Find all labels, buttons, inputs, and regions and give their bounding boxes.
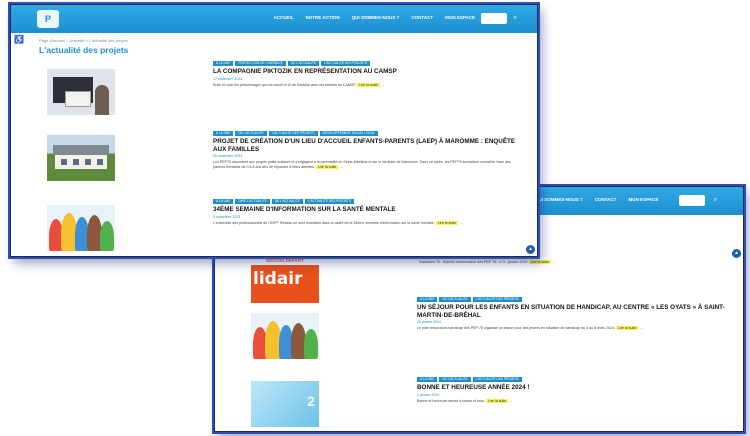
article-excerpt-text: L'ensemble des professionnels de l'ESPT … — [213, 220, 435, 225]
article-image-house[interactable] — [47, 135, 115, 181]
article-image-new-year[interactable]: 2 — [251, 381, 319, 427]
tag[interactable]: À LA UNE — [417, 377, 438, 382]
nav-item-contact[interactable]: Contact — [595, 197, 617, 202]
article-excerpt-text: Bonne et heureuse année à toutes et tous… — [417, 398, 485, 403]
article-excerpt: Suite et voici les personnages qui ont o… — [213, 82, 521, 88]
scroll-top-button[interactable]: ▲ — [526, 245, 535, 254]
nav-item-about[interactable]: Qui sommes-nous ? — [535, 197, 583, 202]
article-excerpt: Le pôle ressources handicap des PEP 76 o… — [417, 326, 727, 331]
article-title[interactable]: Bonne et heureuse année 2024 ! — [417, 384, 727, 392]
read-more-link[interactable]: Lire la suite — [435, 220, 459, 225]
article-tags: À LA UNE PROTECTION DE L'ENFANCE DE L'AC… — [213, 61, 521, 66]
search-input[interactable] — [481, 13, 507, 24]
top-navbar: P Accueil Notre action Qui sommes-nous ?… — [11, 5, 537, 33]
article-image-video[interactable] — [47, 69, 115, 115]
article-title[interactable]: Un séjour pour les enfants en situation … — [417, 304, 727, 319]
article-image-kids[interactable] — [47, 205, 115, 251]
article-title[interactable]: Projet de création d'un lieu d'accueil e… — [213, 138, 521, 153]
nav-menu: Qui sommes-nous ? Contact Mon espace — [535, 197, 658, 202]
article-date: 9 novembre 2023 — [213, 214, 241, 219]
tag[interactable]: L'ACTUALITÉ DES PROJETS — [305, 199, 354, 204]
nav-item-account[interactable]: Mon espace — [628, 197, 658, 202]
site-logo[interactable]: P — [37, 10, 59, 28]
screenshot-front: P Accueil Notre action Qui sommes-nous ?… — [10, 4, 538, 257]
image-wordmark: 2 — [307, 393, 315, 409]
article-body: À LA UNE DIRE L'ACTUALITÉ DE L'ACTUALITÉ… — [213, 199, 521, 225]
tag[interactable]: À LA UNE — [417, 297, 438, 302]
tag[interactable]: PROTECTION DE L'ENFANCE — [235, 61, 286, 66]
nav-item-account[interactable]: Mon espace — [445, 15, 475, 20]
tag[interactable]: DÉVELOPPEMENT SOCIAL LOCAL — [319, 131, 378, 136]
article-body: À LA UNE PROTECTION DE L'ENFANCE DE L'AC… — [213, 61, 521, 87]
article-body: À LA UNE DE L'ACTUALITÉ L'ACTUALITÉ DES … — [417, 377, 727, 403]
article-excerpt-text: Suite et voici les personnages qui ont o… — [213, 82, 357, 87]
article-excerpt: L'ensemble des professionnels de l'ESPT … — [213, 220, 521, 226]
article-body: À LA UNE DE L'ACTUALITÉ L'ACTUALITÉ DES … — [417, 297, 727, 331]
tag[interactable]: À LA UNE — [213, 131, 234, 136]
arrow-right-icon: → — [639, 326, 643, 330]
article-title[interactable]: 34ème semaine d'information sur la santé… — [213, 206, 521, 214]
tag[interactable]: L'ACTUALITÉ DES PROJETS — [472, 297, 522, 302]
article-body: À LA UNE DE L'ACTUALITÉ L'ACTUALITÉ DES … — [213, 131, 521, 169]
arrow-right-icon: → — [459, 220, 463, 225]
article-excerpt: Bonne et heureuse année à toutes et tous… — [417, 398, 727, 404]
image-wordmark: lidair — [253, 269, 303, 289]
tag[interactable]: DE L'ACTUALITÉ — [235, 131, 267, 136]
tag[interactable]: À LA UNE — [213, 61, 234, 66]
article-tags: À LA UNE DE L'ACTUALITÉ L'ACTUALITÉ DES … — [417, 297, 727, 302]
tag[interactable]: L'ACTUALITÉ DES PROJETS — [268, 131, 318, 136]
nav-item-contact[interactable]: Contact — [411, 15, 433, 20]
tag[interactable]: À LA UNE — [213, 199, 234, 204]
article-image-kids[interactable] — [251, 313, 319, 359]
read-more-link[interactable]: Lire la suite — [615, 326, 639, 330]
article-excerpt-text: Le pôle ressources handicap des PEP 76 o… — [417, 326, 615, 330]
page-title: L'actualité des projets — [39, 45, 129, 55]
article-excerpt: Les PEP76 répondent aux projets petite e… — [213, 160, 521, 169]
scroll-top-button[interactable]: ▲ — [732, 249, 741, 258]
arrow-right-icon: → — [509, 398, 513, 403]
arrow-right-icon: → — [551, 260, 556, 264]
arrow-right-icon: → — [339, 164, 343, 169]
arrow-right-icon: → — [380, 82, 385, 87]
nav-item-action[interactable]: Notre action — [306, 15, 340, 20]
read-more-link[interactable]: Lire la suite — [315, 164, 339, 169]
search-input[interactable] — [679, 195, 705, 206]
tag[interactable]: L'ACTUALITÉ DES PROJETS — [472, 377, 522, 382]
article-date: 2 janvier 2024 — [417, 392, 439, 397]
tag[interactable]: L'ACTUALITÉ DES PROJETS — [321, 61, 371, 66]
article-date: 17 novembre 2023 — [213, 76, 243, 81]
tag[interactable]: DE L'ACTUALITÉ — [439, 377, 471, 382]
article-tags: À LA UNE DE L'ACTUALITÉ L'ACTUALITÉ DES … — [417, 377, 727, 382]
image-banner: ÉDITION DÉPART — [251, 257, 319, 265]
stage: P Accueil Notre action Qui sommes-nous ?… — [0, 0, 750, 436]
read-more-link[interactable]: Lire la suite — [357, 82, 380, 87]
nav-item-about[interactable]: Qui sommes-nous ? — [352, 15, 400, 20]
accessibility-icon[interactable]: ♿ — [14, 35, 24, 44]
search-icon[interactable]: ⌕ — [714, 197, 717, 204]
article-excerpt-text: Solidaires 76 - Bulletin d'information d… — [419, 260, 528, 264]
read-more-link[interactable]: Lire la suite — [528, 260, 551, 264]
nav-item-home[interactable]: Accueil — [274, 15, 294, 20]
nav-menu: Accueil Notre action Qui sommes-nous ? C… — [274, 15, 475, 20]
tag[interactable]: DIRE L'ACTUALITÉ — [235, 199, 270, 204]
article-tags: À LA UNE DE L'ACTUALITÉ L'ACTUALITÉ DES … — [213, 131, 521, 136]
article-tags: À LA UNE DIRE L'ACTUALITÉ DE L'ACTUALITÉ… — [213, 199, 521, 204]
tag[interactable]: DE L'ACTUALITÉ — [439, 297, 471, 302]
article-excerpt-text: Les PEP76 répondent aux projets petite e… — [213, 160, 511, 169]
read-more-link[interactable]: Lire la suite — [485, 398, 509, 403]
breadcrumb: Page d'accueil > Actualité > L'actualité… — [39, 38, 128, 43]
article-excerpt: Solidaires 76 - Bulletin d'information d… — [419, 260, 556, 264]
tag[interactable]: DE L'ACTUALITÉ — [287, 61, 320, 66]
article-image-solidair[interactable]: ÉDITION DÉPART lidair — [251, 257, 319, 303]
article-title[interactable]: La compagnie Piktozik en représentation … — [213, 68, 521, 76]
tag[interactable]: DE L'ACTUALITÉ — [271, 199, 304, 204]
article-date: 20 novembre 2023 — [213, 154, 243, 158]
search-icon[interactable]: ⌕ — [514, 15, 517, 22]
article-date: 25 janvier 2024 — [417, 320, 441, 324]
